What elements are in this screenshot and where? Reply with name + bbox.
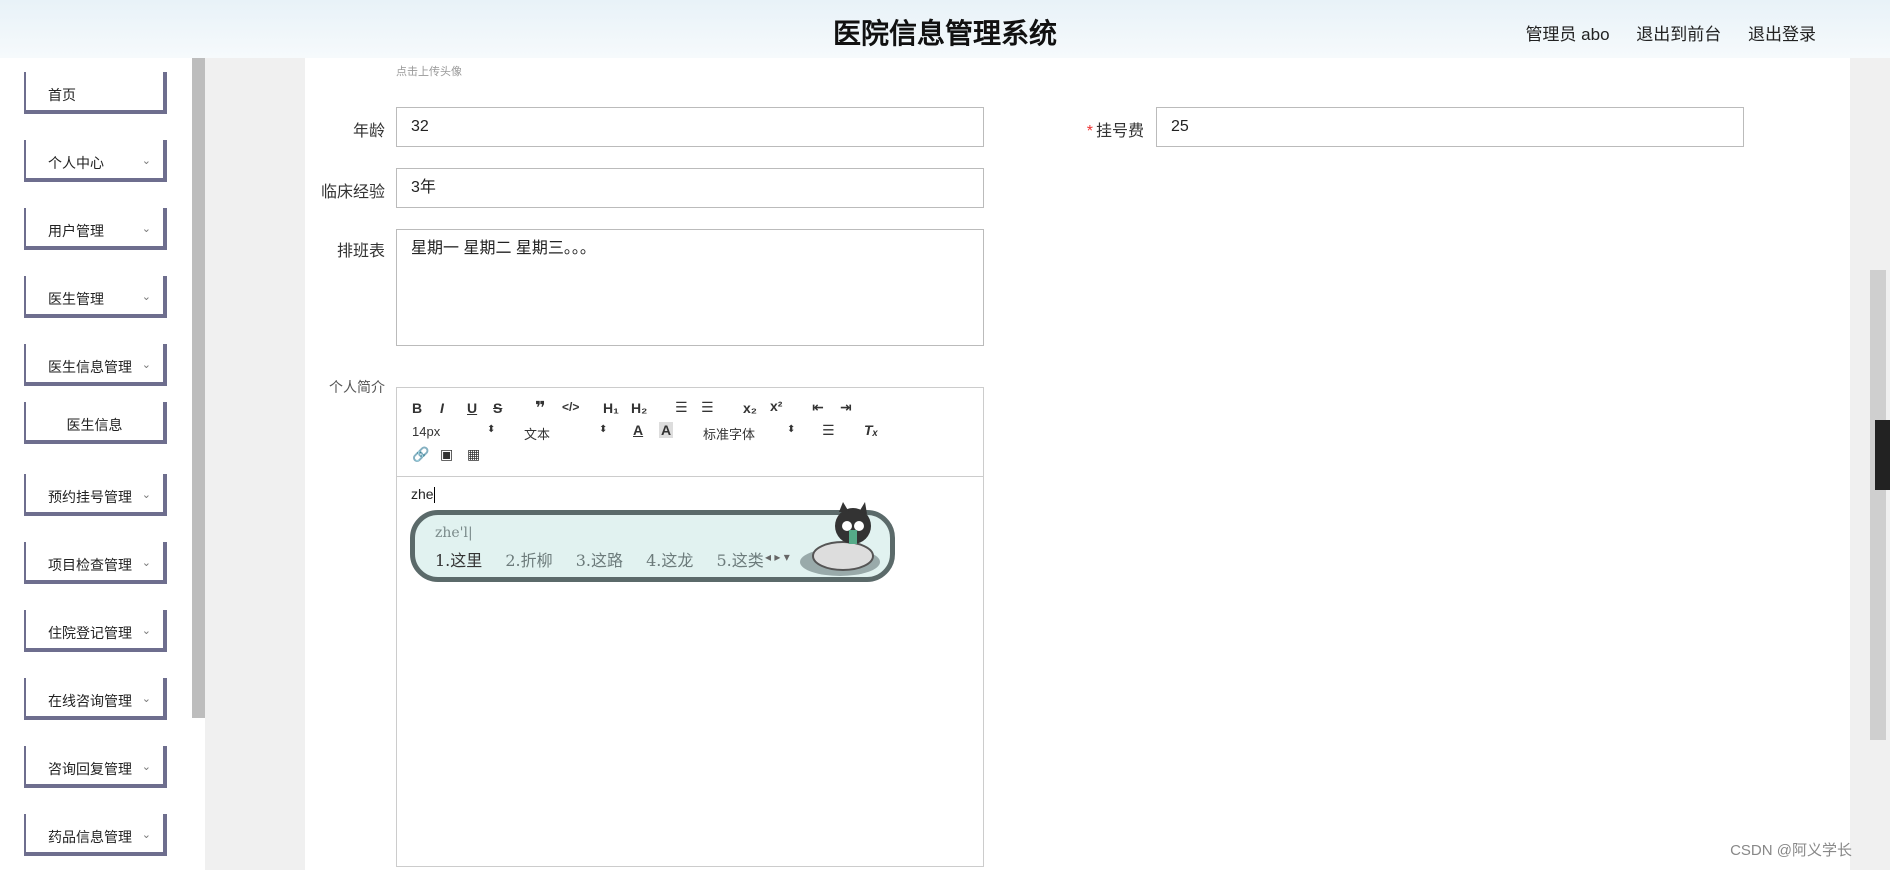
sidebar-item-exams[interactable]: 项目检查管理 ⌄ xyxy=(24,542,167,584)
page-scrollbar[interactable] xyxy=(1870,270,1886,740)
bullet-list-icon[interactable]: ☰ xyxy=(701,399,714,416)
chevron-down-icon: ⌄ xyxy=(141,761,151,773)
schedule-textarea[interactable]: 星期一 星期二 星期三。。。 xyxy=(396,229,984,346)
chevron-down-icon: ⌄ xyxy=(141,155,151,167)
block-format-select[interactable]: 文本 xyxy=(524,424,550,443)
outdent-icon[interactable]: ⇤ xyxy=(812,399,824,416)
italic-icon[interactable]: I xyxy=(440,400,444,416)
chevron-down-icon: ⌄ xyxy=(141,489,151,501)
sidebar-item-label: 咨询回复管理 xyxy=(48,761,132,777)
fee-label: 挂号费 xyxy=(1095,123,1144,140)
avatar-upload-hint[interactable]: 点击上传头像 xyxy=(396,63,462,79)
chevron-down-icon: ⌄ xyxy=(141,291,151,303)
sidebar-item-label: 住院登记管理 xyxy=(48,625,132,641)
video-icon[interactable]: ▦ xyxy=(467,446,480,463)
select-arrow-icon: ⬍ xyxy=(599,424,608,435)
fee-input[interactable]: 25 xyxy=(1156,107,1744,147)
ime-mascot-icon xyxy=(800,502,880,576)
experience-input[interactable]: 3年 xyxy=(396,168,984,208)
sidebar-item-medicine[interactable]: 药品信息管理 ⌄ xyxy=(24,814,167,856)
editor-content[interactable]: zhe xyxy=(411,486,435,504)
link-icon[interactable]: 🔗 xyxy=(412,446,429,463)
sidebar-item-label: 预约挂号管理 xyxy=(48,489,132,505)
ime-candidate[interactable]: 3.这路 xyxy=(576,551,623,570)
sidebar-item-label: 用户管理 xyxy=(48,223,104,239)
side-panel-toggle[interactable] xyxy=(1875,420,1890,490)
chevron-down-icon: ⌄ xyxy=(141,359,151,371)
superscript-icon[interactable]: x² xyxy=(770,398,782,414)
sidebar-scrollbar[interactable] xyxy=(192,58,205,718)
logout-link[interactable]: 退出登录 xyxy=(1748,25,1816,44)
sidebar-item-inpatient[interactable]: 住院登记管理 ⌄ xyxy=(24,610,167,652)
required-mark: * xyxy=(1086,123,1093,140)
font-color-icon[interactable]: A xyxy=(633,422,643,438)
editor-toolbar: B I U S ❞ </> H₁ H₂ ☰ ☰ x₂ x² ⇤ ⇥ 14px ⬍… xyxy=(397,388,983,477)
image-icon[interactable]: ▣ xyxy=(440,446,453,463)
ordered-list-icon[interactable]: ☰ xyxy=(675,399,688,416)
font-size-value: 14px xyxy=(412,424,441,439)
sidebar-item-online-consult[interactable]: 在线咨询管理 ⌄ xyxy=(24,678,167,720)
ime-candidate[interactable]: 2.折柳 xyxy=(505,551,552,570)
sidebar-item-doctors[interactable]: 医生管理 ⌄ xyxy=(24,276,167,318)
sidebar-item-label: 项目检查管理 xyxy=(48,557,132,573)
to-front-link[interactable]: 退出到前台 xyxy=(1636,25,1721,44)
sidebar-item-profile[interactable]: 个人中心 ⌄ xyxy=(24,140,167,182)
quote-icon[interactable]: ❞ xyxy=(535,398,546,419)
sidebar-item-users[interactable]: 用户管理 ⌄ xyxy=(24,208,167,250)
sidebar-subitem-doctor-info[interactable]: 医生信息 xyxy=(24,402,167,444)
font-family-select[interactable]: 标准字体 xyxy=(703,424,755,443)
experience-label: 临床经验 xyxy=(320,184,385,201)
heading2-icon[interactable]: H₂ xyxy=(631,400,647,416)
ime-page-arrows[interactable]: ◂ ▸ ▾ xyxy=(765,550,790,564)
chevron-down-icon: ⌄ xyxy=(141,829,151,841)
code-icon[interactable]: </> xyxy=(562,400,579,414)
ime-candidate[interactable]: 4.这龙 xyxy=(646,551,693,570)
sidebar-item-label: 医生信息 xyxy=(66,417,123,433)
top-bar: 医院信息管理系统 管理员 abo 退出到前台 退出登录 xyxy=(0,0,1890,58)
ime-composition: zhe'l| xyxy=(435,525,473,541)
sidebar-item-home[interactable]: 首页 xyxy=(24,72,167,114)
subscript-icon[interactable]: x₂ xyxy=(743,400,757,416)
strikethrough-icon[interactable]: S xyxy=(493,400,502,416)
editor-content-text: zhe xyxy=(411,486,434,502)
sidebar-item-label: 医生管理 xyxy=(48,291,104,307)
chevron-down-icon: ⌄ xyxy=(141,625,151,637)
top-links: 管理员 abo 退出到前台 退出登录 xyxy=(1503,20,1816,45)
indent-icon[interactable]: ⇥ xyxy=(840,399,852,416)
sidebar-item-label: 首页 xyxy=(48,87,76,103)
bold-icon[interactable]: B xyxy=(412,400,422,416)
sidebar-item-label: 在线咨询管理 xyxy=(48,693,132,709)
sidebar-item-consult-reply[interactable]: 咨询回复管理 ⌄ xyxy=(24,746,167,788)
ime-candidates: 1.这里 2.折柳 3.这路 4.这龙 5.这类 xyxy=(435,547,782,571)
sidebar-item-label: 个人中心 xyxy=(48,155,104,171)
background-color-icon[interactable]: A xyxy=(659,422,674,438)
fee-label-wrap: * 挂号费 xyxy=(1060,117,1144,141)
select-arrow-icon: ⬍ xyxy=(787,424,796,435)
chevron-down-icon: ⌄ xyxy=(141,693,151,705)
clear-format-icon[interactable]: Tₓ xyxy=(864,422,878,438)
sidebar-item-label: 医生信息管理 xyxy=(48,359,132,375)
font-size-select[interactable]: 14px xyxy=(412,424,440,439)
age-input[interactable]: 32 xyxy=(396,107,984,147)
ime-candidate[interactable]: 5.这类 xyxy=(717,551,764,570)
user-label: 管理员 abo xyxy=(1525,25,1610,44)
age-label: 年龄 xyxy=(352,123,385,140)
block-format-value: 文本 xyxy=(524,427,551,442)
heading1-icon[interactable]: H₁ xyxy=(603,400,619,416)
sidebar-item-label: 药品信息管理 xyxy=(48,829,132,845)
rich-text-editor[interactable]: B I U S ❞ </> H₁ H₂ ☰ ☰ x₂ x² ⇤ ⇥ 14px ⬍… xyxy=(396,387,984,867)
chevron-down-icon: ⌄ xyxy=(141,557,151,569)
sidebar-item-doctor-info-mgmt[interactable]: 医生信息管理 ⌄ xyxy=(24,344,167,386)
underline-icon[interactable]: U xyxy=(467,400,477,416)
sidebar-item-appointments[interactable]: 预约挂号管理 ⌄ xyxy=(24,474,167,516)
text-caret xyxy=(433,487,435,504)
chevron-down-icon: ⌄ xyxy=(141,223,151,235)
align-icon[interactable]: ☰ xyxy=(822,422,835,439)
schedule-label: 排班表 xyxy=(336,243,385,260)
intro-label: 个人简介 xyxy=(329,379,385,395)
select-arrow-icon: ⬍ xyxy=(487,424,496,435)
font-family-value: 标准字体 xyxy=(703,427,756,442)
watermark: CSDN @阿义学长 xyxy=(1730,842,1852,859)
ime-candidate[interactable]: 1.这里 xyxy=(435,551,482,570)
